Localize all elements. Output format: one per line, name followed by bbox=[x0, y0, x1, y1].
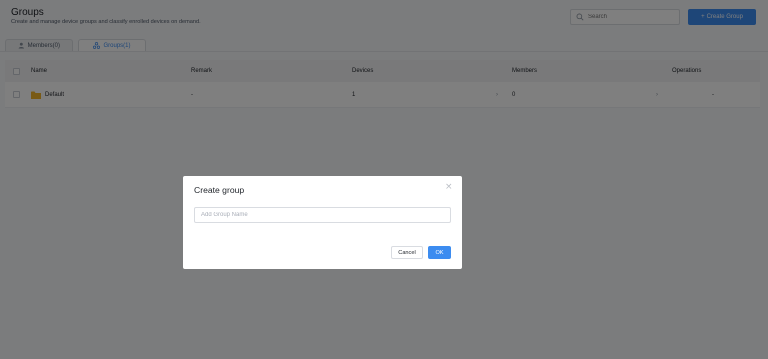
ok-button[interactable]: OK bbox=[428, 246, 451, 259]
create-group-dialog: Create group × Cancel OK bbox=[183, 176, 462, 269]
close-icon[interactable]: × bbox=[445, 183, 453, 192]
group-name-input[interactable] bbox=[194, 207, 451, 223]
dialog-title: Create group bbox=[194, 185, 245, 195]
cancel-button[interactable]: Cancel bbox=[391, 246, 423, 259]
